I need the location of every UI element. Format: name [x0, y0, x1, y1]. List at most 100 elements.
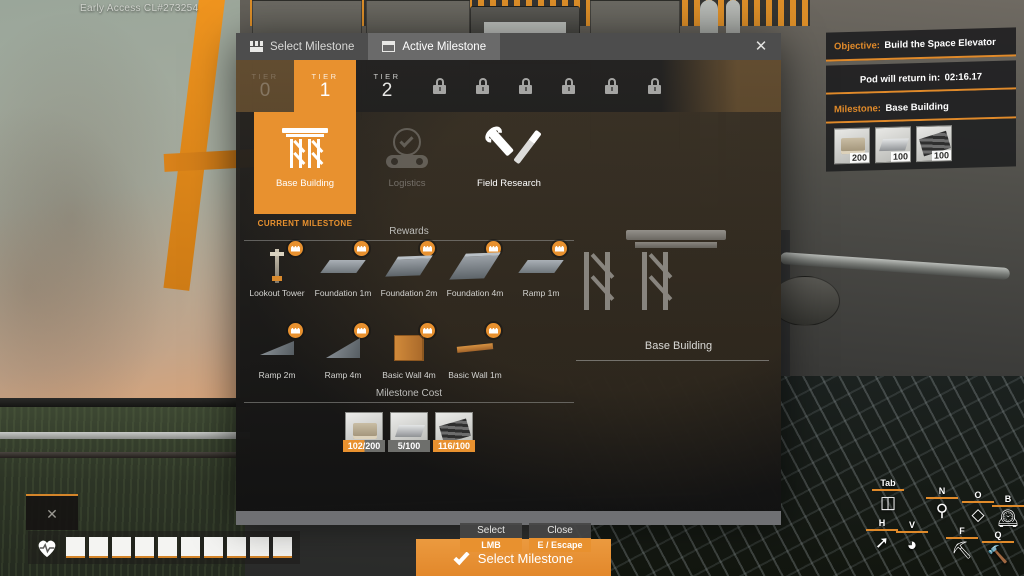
- cost-title: Milestone Cost: [375, 388, 443, 399]
- tier-tab-1[interactable]: TIER 1: [294, 60, 356, 112]
- lock-icon: [605, 78, 618, 94]
- tier-tab-locked[interactable]: [633, 60, 676, 112]
- tier-tab-0[interactable]: TIER 0: [236, 60, 294, 112]
- hint-close[interactable]: Close E / Escape: [529, 523, 591, 552]
- tier-number: 2: [381, 79, 393, 101]
- reward-item[interactable]: Ramp 1m: [508, 241, 574, 301]
- tier-tab-locked[interactable]: [461, 60, 504, 112]
- hud-item-count: 100: [931, 150, 951, 161]
- building-badge-icon: [288, 323, 303, 338]
- tier-tab-locked[interactable]: [547, 60, 590, 112]
- reward-item[interactable]: Ramp 4m: [310, 323, 376, 383]
- reward-item[interactable]: Foundation 4m: [442, 241, 508, 301]
- hotbar-slot[interactable]: [273, 537, 292, 558]
- rewards-title: Rewards: [389, 226, 429, 237]
- rewards-section: Rewards Lookout Tower Foundation 1m Foun…: [244, 226, 574, 383]
- tier-tab-2[interactable]: TIER 2: [356, 60, 418, 112]
- category-base-building[interactable]: Base Building CURRENT MILESTONE: [254, 112, 356, 228]
- iron-plate-icon: [879, 138, 909, 152]
- reward-item[interactable]: Lookout Tower: [244, 241, 310, 301]
- reward-item[interactable]: Ramp 2m: [244, 323, 310, 383]
- tier-tab-locked[interactable]: [418, 60, 461, 112]
- reward-item[interactable]: Basic Wall 4m: [376, 323, 442, 383]
- control-hints: Select LMB Close E / Escape: [460, 523, 591, 552]
- window-icon: [382, 41, 396, 52]
- lock-icon: [433, 78, 446, 94]
- reward-item[interactable]: Foundation 2m: [376, 241, 442, 301]
- reward-item[interactable]: Basic Wall 1m: [442, 323, 508, 383]
- tier-label: TIER: [373, 71, 401, 81]
- window-sill: [0, 432, 250, 439]
- hotbar-slot[interactable]: [66, 537, 85, 558]
- concrete-icon: [353, 423, 377, 439]
- cost-item-iron-plate[interactable]: 5/100: [388, 412, 430, 452]
- milestone-dialog: Select Milestone Active Milestone ✕ TIER…: [236, 33, 781, 576]
- keybind-v: V ◕: [894, 520, 930, 555]
- keybind-underline: [946, 537, 978, 539]
- hotbar-slot[interactable]: [204, 537, 223, 558]
- tier-number: 1: [319, 79, 331, 101]
- tier-tab-locked[interactable]: [504, 60, 547, 112]
- milestone-grid-icon: [250, 41, 263, 52]
- lock-icon: [519, 78, 532, 94]
- lock-icon: [476, 78, 489, 94]
- tab-active-milestone[interactable]: Active Milestone: [368, 33, 501, 60]
- category-field-research[interactable]: Field Research: [458, 112, 560, 214]
- hotbar-slot[interactable]: [181, 537, 200, 558]
- keybind-underline: [982, 541, 1014, 543]
- keybind-underline: [992, 505, 1024, 507]
- window-sill-lower: [0, 452, 250, 458]
- hotbar-slot[interactable]: [227, 537, 246, 558]
- hud-item: 200: [834, 127, 870, 165]
- dialog-tabbar: Select Milestone Active Milestone ✕: [236, 33, 781, 60]
- reward-label: Foundation 4m: [446, 288, 504, 298]
- vehicle-icon: ⛏: [951, 541, 973, 560]
- hint-select[interactable]: Select LMB: [460, 523, 522, 552]
- signal-icon: ◕: [906, 535, 918, 554]
- select-milestone-label: Select Milestone: [477, 551, 574, 566]
- hud-milestone-label: Milestone:: [834, 103, 881, 116]
- hotbar-slot[interactable]: [112, 537, 131, 558]
- milestone-category-row: Base Building CURRENT MILESTONE Logistic…: [236, 112, 576, 228]
- reward-label: Ramp 2m: [258, 370, 296, 380]
- tier-tab-locked[interactable]: [590, 60, 633, 112]
- building-badge-icon: [288, 241, 303, 256]
- hint-action: Select: [460, 523, 522, 538]
- tab-select-milestone[interactable]: Select Milestone: [236, 33, 368, 60]
- hint-action: Close: [529, 523, 591, 538]
- cost-item-iron-rod[interactable]: 116/100: [433, 412, 475, 452]
- hotbar-slot[interactable]: [135, 537, 154, 558]
- milestone-cost-section: Milestone Cost 102/200 5/100 116/100: [244, 388, 574, 452]
- cost-amount: 102/200: [343, 440, 385, 452]
- building-badge-icon: [354, 323, 369, 338]
- tier-selector: TIER 0 TIER 1 TIER 2: [236, 60, 781, 112]
- cost-item-concrete[interactable]: 102/200: [343, 412, 385, 452]
- build-version-label: Early Access CL#273254: [80, 3, 199, 14]
- keybind-key-label: F: [959, 526, 965, 536]
- hotbar-slot[interactable]: [89, 537, 108, 558]
- keybind-key-label: V: [908, 520, 915, 530]
- tab-label: Select Milestone: [270, 40, 355, 53]
- hotbar-slot[interactable]: [158, 537, 177, 558]
- tier-label: TIER: [251, 71, 279, 81]
- hotbar-close-panel[interactable]: ✕: [26, 494, 78, 530]
- inventory-icon: ◫: [879, 493, 897, 512]
- dialog-body: Base Building CURRENT MILESTONE Logistic…: [236, 112, 781, 576]
- reward-label: Basic Wall 4m: [382, 370, 436, 380]
- cost-item-list: 102/200 5/100 116/100: [244, 412, 574, 452]
- category-logistics[interactable]: Logistics: [356, 112, 458, 214]
- rewards-row-1: Lookout Tower Foundation 1m Foundation 2…: [244, 241, 574, 301]
- magnifier-icon: ⚲: [935, 501, 949, 520]
- hotbar-slot[interactable]: [250, 537, 269, 558]
- close-icon[interactable]: ✕: [741, 33, 781, 60]
- category-label: Base Building: [275, 178, 335, 189]
- reward-label: Foundation 2m: [380, 288, 438, 298]
- hud-item-list: 200 100 100: [826, 118, 1016, 172]
- hotbar[interactable]: [28, 531, 300, 564]
- tier-number: 0: [259, 79, 271, 101]
- tier-label: TIER: [311, 71, 339, 81]
- reward-item[interactable]: Foundation 1m: [310, 241, 376, 301]
- building-badge-icon: [420, 323, 435, 338]
- keybind-n: N ⚲: [924, 486, 960, 521]
- hud-item-count: 200: [849, 152, 869, 163]
